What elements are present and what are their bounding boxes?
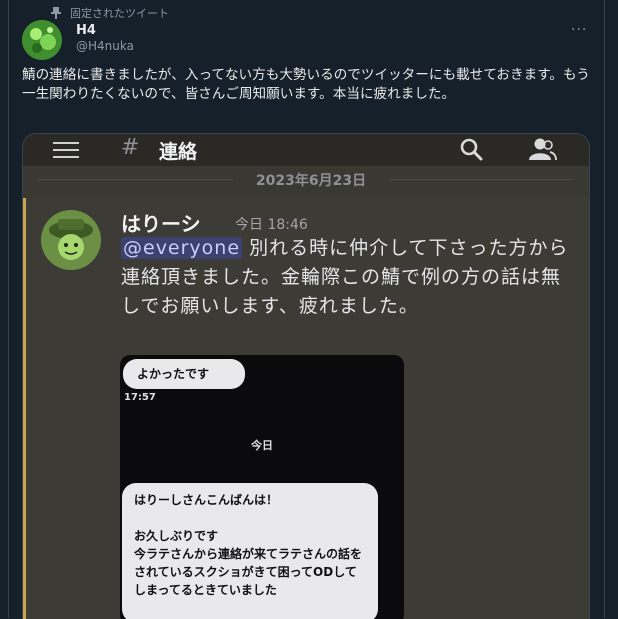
tweet-text: 鯖の連絡に書きましたが、入ってない方も大勢いるのでツイッターにも載せておきます。… bbox=[22, 67, 590, 102]
pinned-indicator: 固定されたツイート bbox=[48, 5, 169, 21]
column-divider-right bbox=[604, 0, 605, 618]
members-icon[interactable] bbox=[527, 136, 557, 162]
date-separator: 2023年6月23日 bbox=[37, 170, 573, 190]
message-author[interactable]: はりーシ bbox=[121, 208, 201, 237]
chat-bubble: はりーしさんこんばんは！ お久しぶりです 今ラテさんから連絡が来てラテさんの話を… bbox=[122, 483, 378, 619]
author-handle[interactable]: @H4nuka bbox=[76, 39, 134, 53]
date-separator-label: 2023年6月23日 bbox=[255, 173, 367, 189]
message-timestamp: 今日 18:46 bbox=[235, 217, 308, 233]
avatar-image bbox=[41, 210, 101, 270]
chat-bubble: よかったです bbox=[123, 359, 245, 389]
message-body: @everyone 別れる時に仲介して下さった方から連絡頂きました。金輪際この鯖… bbox=[121, 234, 571, 321]
column-divider-left bbox=[8, 0, 9, 618]
everyone-mention[interactable]: @everyone bbox=[121, 237, 243, 259]
channel-name: 連絡 bbox=[159, 141, 198, 163]
pinned-label: 固定されたツイート bbox=[70, 7, 169, 20]
search-icon[interactable] bbox=[458, 136, 484, 162]
pin-icon bbox=[51, 7, 61, 19]
hash-icon: # bbox=[121, 135, 140, 160]
chat-time: 17:57 bbox=[124, 392, 156, 403]
chat-date-label: 今日 bbox=[251, 439, 273, 452]
more-icon[interactable]: ··· bbox=[571, 22, 587, 38]
author-avatar[interactable] bbox=[22, 20, 62, 60]
message-author-avatar[interactable] bbox=[41, 210, 101, 270]
discord-channel-header: # 連絡 bbox=[23, 134, 589, 166]
attached-image[interactable]: # 連絡 2023年6月23日 はりーシ 今日 18:46 @everyone … bbox=[22, 133, 590, 619]
tweet-frame: 固定されたツイート H4 @H4nuka ··· 鯖の連絡に書きましたが、入って… bbox=[0, 0, 618, 619]
hamburger-icon[interactable] bbox=[53, 142, 79, 158]
avatar-image bbox=[22, 20, 62, 60]
mention-indicator-bar bbox=[23, 198, 26, 619]
author-name[interactable]: H4 bbox=[76, 23, 96, 38]
attached-chat-screenshot[interactable]: よかったです 17:57 今日 はりーしさんこんばんは！ お久しぶりです 今ラテ… bbox=[120, 355, 404, 619]
